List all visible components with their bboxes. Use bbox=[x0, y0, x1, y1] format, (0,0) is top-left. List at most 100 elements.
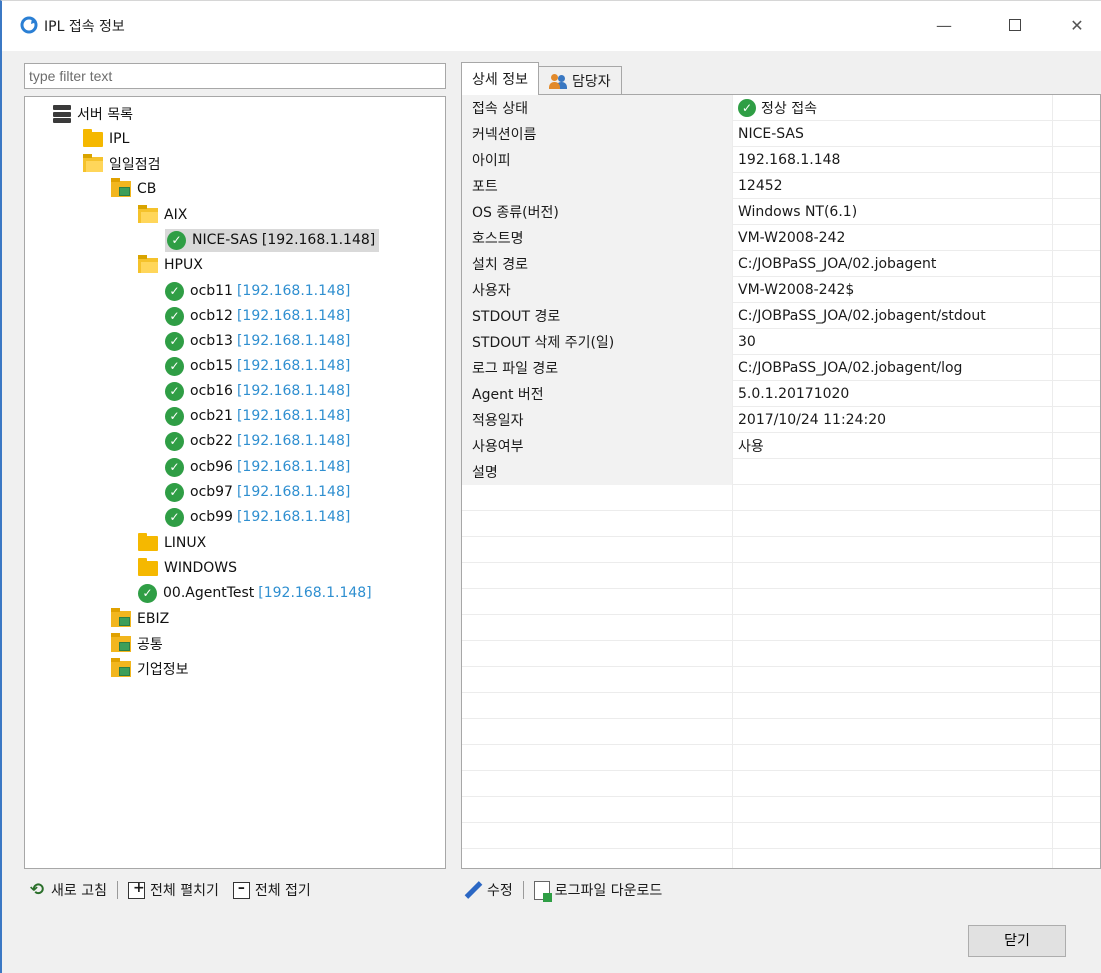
detail-row[interactable]: OS 종류(버전) Windows NT(6.1) bbox=[462, 199, 1100, 225]
detail-row[interactable]: 적용일자 2017/10/24 11:24:20 bbox=[462, 407, 1100, 433]
tree-node-ip: [192.168.1.148] bbox=[236, 308, 351, 324]
expand-all-label: 전체 펼치기 bbox=[149, 883, 219, 899]
tree-node-ip: [192.168.1.148] bbox=[258, 585, 372, 601]
tree-node-linux[interactable]: LINUX bbox=[138, 531, 206, 555]
log-download-button[interactable]: 로그파일 다운로드 bbox=[533, 880, 663, 902]
document-download-icon bbox=[533, 880, 552, 902]
tree-node-ipl[interactable]: IPL bbox=[83, 127, 129, 151]
ipl-connection-info-window: IPL 접속 정보 — ✕ 서버 목록 IPL 일일점검 CB AIX bbox=[0, 0, 1101, 973]
tree-node-cb[interactable]: CB bbox=[111, 177, 156, 201]
close-window-button[interactable]: ✕ bbox=[1062, 13, 1092, 39]
detail-row[interactable]: 로그 파일 경로 C:/JOBPaSS_JOA/02.jobagent/log bbox=[462, 355, 1100, 381]
server-stack-icon bbox=[53, 105, 71, 123]
detail-value-text: C:/JOBPaSS_JOA/02.jobagent bbox=[738, 256, 937, 272]
check-circle-icon: ✓ bbox=[165, 406, 184, 426]
tab-manager[interactable]: 담당자 bbox=[538, 66, 622, 94]
tree-toolbar: ⟲ 새로 고침 전체 펼치기 전체 접기 bbox=[28, 878, 311, 902]
detail-value: C:/JOBPaSS_JOA/02.jobagent bbox=[738, 251, 936, 277]
refresh-button[interactable]: ⟲ 새로 고침 bbox=[28, 880, 107, 900]
check-circle-icon: ✓ bbox=[165, 356, 184, 376]
grid-line bbox=[462, 848, 1100, 849]
grid-line bbox=[462, 666, 1100, 667]
tree-node-nice-sas[interactable]: ✓ NICE-SAS [192.168.1.148] bbox=[165, 228, 380, 252]
folder-icon bbox=[83, 128, 103, 147]
detail-row[interactable]: 호스트명 VM-W2008-242 bbox=[462, 225, 1100, 251]
tab-label: 담당자 bbox=[571, 73, 611, 90]
minimize-button[interactable]: — bbox=[929, 13, 959, 39]
detail-row[interactable]: 접속 상태 ✓ 정상 접속 bbox=[462, 95, 1100, 121]
grid-line bbox=[462, 796, 1100, 797]
tree-node-daily-check[interactable]: 일일점검 bbox=[83, 152, 161, 176]
tree-node-server[interactable]: ✓ ocb99 [192.168.1.148] bbox=[165, 505, 350, 529]
tree-node-server[interactable]: ✓ ocb96 [192.168.1.148] bbox=[165, 455, 350, 479]
detail-row[interactable]: 설명 bbox=[462, 459, 1100, 485]
grid-line bbox=[462, 744, 1100, 745]
detail-row[interactable]: 사용자 VM-W2008-242$ bbox=[462, 277, 1100, 303]
tree-node-hpux[interactable]: HPUX bbox=[138, 253, 203, 277]
edit-button[interactable]: 수정 bbox=[464, 880, 513, 900]
detail-value-text: 정상 접속 bbox=[761, 101, 817, 117]
tree-node-company-info[interactable]: 기업정보 bbox=[111, 657, 189, 681]
tree-node-label: WINDOWS bbox=[164, 560, 237, 576]
tree-node-label: 서버 목록 bbox=[77, 107, 133, 123]
check-circle-icon: ✓ bbox=[167, 230, 186, 250]
detail-value-text: 사용 bbox=[738, 439, 764, 455]
folder-group-icon bbox=[111, 178, 131, 197]
detail-row[interactable]: 포트 12452 bbox=[462, 173, 1100, 199]
tree-node-label: NICE-SAS bbox=[192, 232, 258, 248]
detail-key: 포트 bbox=[462, 173, 732, 199]
tree-node-server[interactable]: ✓ ocb15 [192.168.1.148] bbox=[165, 354, 350, 378]
tree-node-server[interactable]: ✓ ocb12 [192.168.1.148] bbox=[165, 304, 350, 328]
detail-value-text: VM-W2008-242$ bbox=[738, 282, 855, 298]
tree-node-label: 일일점검 bbox=[109, 157, 161, 173]
tree-node-ip: [192.168.1.148] bbox=[261, 232, 376, 248]
tree-node-ebiz[interactable]: EBIZ bbox=[111, 607, 169, 631]
detail-row[interactable]: STDOUT 삭제 주기(일) 30 bbox=[462, 329, 1100, 355]
expand-all-button[interactable]: 전체 펼치기 bbox=[127, 880, 219, 900]
tree-node-server[interactable]: ✓ ocb13 [192.168.1.148] bbox=[165, 329, 350, 353]
maximize-button[interactable] bbox=[1000, 13, 1030, 39]
detail-value-text: 5.0.1.20171020 bbox=[738, 386, 850, 402]
tree-node-ip: [192.168.1.148] bbox=[236, 408, 351, 424]
detail-row[interactable]: 커넥션이름 NICE-SAS bbox=[462, 121, 1100, 147]
log-download-label: 로그파일 다운로드 bbox=[554, 883, 663, 899]
tree-node-ip: [192.168.1.148] bbox=[236, 358, 351, 374]
tree-node-server[interactable]: ✓ ocb21 [192.168.1.148] bbox=[165, 404, 350, 428]
detail-row[interactable]: 사용여부 사용 bbox=[462, 433, 1100, 459]
tree-node-server[interactable]: ✓ ocb16 [192.168.1.148] bbox=[165, 379, 350, 403]
tree-node-server-list[interactable]: 서버 목록 bbox=[53, 102, 133, 126]
detail-value-text: Windows NT(6.1) bbox=[738, 204, 858, 220]
collapse-all-button[interactable]: 전체 접기 bbox=[232, 880, 311, 900]
detail-value: NICE-SAS bbox=[738, 121, 804, 147]
detail-row[interactable]: 아이피 192.168.1.148 bbox=[462, 147, 1100, 173]
tree-node-agent-test[interactable]: ✓ 00.AgentTest [192.168.1.148] bbox=[138, 581, 372, 605]
folder-icon bbox=[138, 557, 158, 576]
tree-node-server[interactable]: ✓ ocb11 [192.168.1.148] bbox=[165, 279, 350, 303]
tree-node-label: 공통 bbox=[137, 637, 163, 653]
close-button[interactable]: 닫기 bbox=[968, 925, 1066, 957]
detail-value: C:/JOBPaSS_JOA/02.jobagent/log bbox=[738, 355, 962, 381]
folder-open-icon bbox=[138, 204, 158, 223]
detail-row[interactable]: STDOUT 경로 C:/JOBPaSS_JOA/02.jobagent/stdo… bbox=[462, 303, 1100, 329]
server-tree[interactable]: 서버 목록 IPL 일일점검 CB AIX ✓ NICE-SAS [192.16… bbox=[24, 96, 446, 869]
tree-node-windows[interactable]: WINDOWS bbox=[138, 556, 237, 580]
tree-node-label: 00.AgentTest bbox=[163, 585, 255, 601]
tree-node-ip: [192.168.1.148] bbox=[236, 333, 351, 349]
grid-line bbox=[462, 718, 1100, 719]
detail-row[interactable]: 설치 경로 C:/JOBPaSS_JOA/02.jobagent bbox=[462, 251, 1100, 277]
folder-group-icon bbox=[111, 658, 131, 677]
grid-line bbox=[462, 588, 1100, 589]
tree-node-common[interactable]: 공통 bbox=[111, 632, 163, 656]
detail-row[interactable]: Agent 버전 5.0.1.20171020 bbox=[462, 381, 1100, 407]
tree-node-label: HPUX bbox=[164, 257, 203, 273]
tree-node-label: ocb21 bbox=[190, 408, 233, 424]
tree-node-aix[interactable]: AIX bbox=[138, 203, 187, 227]
tree-node-server[interactable]: ✓ ocb97 [192.168.1.148] bbox=[165, 480, 350, 504]
tree-node-label: ocb15 bbox=[190, 358, 233, 374]
detail-key: 호스트명 bbox=[462, 225, 732, 251]
detail-key: 사용자 bbox=[462, 277, 732, 303]
tree-node-server[interactable]: ✓ ocb22 [192.168.1.148] bbox=[165, 429, 350, 453]
tab-detail-info[interactable]: 상세 정보 bbox=[461, 62, 539, 95]
tree-node-label: ocb16 bbox=[190, 383, 233, 399]
filter-input[interactable] bbox=[24, 63, 446, 89]
